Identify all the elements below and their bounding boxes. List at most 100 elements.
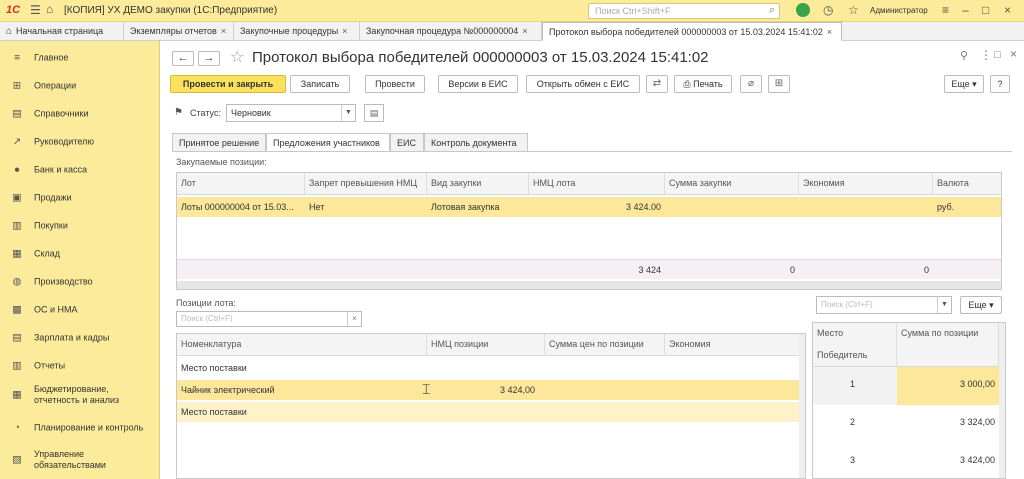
sidebar-item-manager[interactable]: ↗ Руководителю <box>0 129 160 155</box>
back-button[interactable]: ← <box>172 51 194 66</box>
horizontal-scrollbar[interactable] <box>177 281 1001 289</box>
attachment-icon[interactable]: ⌀ <box>740 75 762 93</box>
post-button[interactable]: Провести <box>365 75 425 93</box>
save-button[interactable]: Записать <box>290 75 350 93</box>
history-icon[interactable]: ◷ <box>823 3 833 17</box>
column-subheader[interactable]: Победитель <box>813 345 897 367</box>
sidebar-item-bank[interactable]: ● Банк и касса <box>0 157 160 183</box>
tab-home[interactable]: ⌂ Начальная страница <box>0 22 124 41</box>
forward-button[interactable]: → <box>198 51 220 66</box>
open-eis-exchange-button[interactable]: Открыть обмен с ЕИС <box>526 75 640 93</box>
clear-icon[interactable]: × <box>347 312 361 326</box>
table-row[interactable]: 1 3 000,00 <box>813 367 1005 405</box>
user-name[interactable]: Администратор <box>870 6 928 15</box>
tab-procurement-procedures[interactable]: Закупочные процедуры × <box>234 22 360 41</box>
vertical-scrollbar[interactable] <box>799 334 805 478</box>
print-button[interactable]: ⎙ Печать <box>674 75 732 93</box>
sidebar-item-main[interactable]: ≡ Главное <box>0 45 160 71</box>
link-icon[interactable]: ⚲ <box>960 49 968 62</box>
column-header[interactable]: НМЦ позиции <box>427 334 545 356</box>
document-icon[interactable]: ▤ <box>364 104 384 122</box>
close-tab-icon[interactable]: × <box>522 26 527 36</box>
column-header[interactable]: Запрет превышения НМЦ <box>305 173 427 195</box>
column-header[interactable]: Валюта <box>933 173 1001 195</box>
more-button[interactable]: Еще ▾ <box>944 75 984 93</box>
settings-icon[interactable]: ≡ <box>942 3 949 17</box>
tab-participant-offers[interactable]: Предложения участников <box>266 133 390 152</box>
positions-search-input[interactable]: Поиск (Ctrl+F) × <box>176 311 362 327</box>
table-row[interactable]: Чайник электрический 3 424,00 <box>177 380 805 400</box>
close-tab-icon[interactable]: × <box>221 26 226 36</box>
notification-icon[interactable] <box>796 3 810 17</box>
sidebar-item-reports[interactable]: ▥ Отчеты <box>0 353 160 379</box>
ranking-more-button[interactable]: Еще ▾ <box>960 296 1002 314</box>
favorite-star-icon[interactable]: ☆ <box>230 47 244 67</box>
close-tab-icon[interactable]: × <box>342 26 347 36</box>
tab-document-control[interactable]: Контроль документа <box>424 133 528 152</box>
sidebar-item-directories[interactable]: ▤ Справочники <box>0 101 160 127</box>
house-icon: ⌂ <box>6 26 13 37</box>
tab-report-instances[interactable]: Экземпляры отчетов × <box>124 22 234 41</box>
maximize-icon[interactable]: □ <box>982 3 989 17</box>
ranking-search-input[interactable]: Поиск (Ctrl+F) ▼ <box>816 296 952 314</box>
table-cell: руб. <box>937 202 955 212</box>
sidebar-item-payroll[interactable]: ▤ Зарплата и кадры <box>0 325 160 351</box>
column-header[interactable]: Номенклатура <box>177 334 427 356</box>
column-header[interactable]: Сумма цен по позиции <box>545 334 665 356</box>
column-header[interactable]: Лот <box>177 173 305 195</box>
tab-decision[interactable]: Принятое решение <box>172 133 266 152</box>
minimize-icon[interactable]: – <box>962 3 969 17</box>
purchased-positions-table[interactable]: Лот Запрет превышения НМЦ Вид закупки НМ… <box>176 172 1002 290</box>
column-header[interactable]: НМЦ лота <box>529 173 665 195</box>
sidebar-item-obligations[interactable]: ▧ Управление обязательствами <box>0 443 160 477</box>
lot-positions-table[interactable]: Номенклатура НМЦ позиции Сумма цен по по… <box>176 333 806 479</box>
assets-icon: ▩ <box>12 304 22 316</box>
close-icon[interactable]: × <box>1004 3 1011 17</box>
menu-icon[interactable]: ☰ <box>30 3 41 17</box>
sidebar-item-sales[interactable]: ▣ Продажи <box>0 185 160 211</box>
status-select[interactable]: Черновик ▼ <box>226 104 356 122</box>
column-header[interactable]: Экономия <box>799 173 933 195</box>
post-and-close-button[interactable]: Провести и закрыть <box>170 75 286 93</box>
ranking-table[interactable]: Место Сумма по позиции Победитель 1 3 00… <box>812 322 1006 479</box>
table-row[interactable]: Место поставки <box>177 402 805 422</box>
sidebar-item-planning[interactable]: ◔ Планирование и контроль <box>0 415 160 441</box>
table-row[interactable]: Лоты 000000004 от 15.03... Нет Лотовая з… <box>177 197 1001 217</box>
global-search-input[interactable]: Поиск Ctrl+Shift+F ⌕ <box>588 3 780 19</box>
column-header[interactable]: Сумма закупки <box>665 173 799 195</box>
column-header[interactable]: Вид закупки <box>427 173 529 195</box>
column-header[interactable]: Место <box>813 323 897 345</box>
sidebar-item-operations[interactable]: ⊞ Операции <box>0 73 160 99</box>
close-form-icon[interactable]: × <box>1010 47 1017 61</box>
tab-protocol[interactable]: Протокол выбора победителей 000000003 от… <box>542 22 842 41</box>
help-button[interactable]: ? <box>990 75 1010 93</box>
table-cell: 3 424,00 <box>959 455 995 465</box>
column-header[interactable]: Экономия <box>665 334 805 356</box>
sidebar-item-assets[interactable]: ▩ ОС и НМА <box>0 297 160 323</box>
tab-eis[interactable]: ЕИС <box>390 133 424 152</box>
operations-icon: ⊞ <box>12 80 22 92</box>
search-icon[interactable]: ⌕ <box>769 4 775 17</box>
report-icon: ▥ <box>12 360 22 372</box>
expand-icon[interactable]: □ <box>994 49 1001 61</box>
more-vertical-icon[interactable]: ⋮ <box>980 48 992 62</box>
structure-icon[interactable]: ⊞ <box>768 75 790 93</box>
home-icon[interactable]: ⌂ <box>46 2 53 16</box>
table-row[interactable]: Место поставки <box>177 358 805 378</box>
table-row[interactable]: 3 3 424,00 <box>813 443 1005 478</box>
sidebar-item-budgeting[interactable]: ▦ Бюджетирование, отчетность и анализ <box>0 377 160 413</box>
obligations-icon: ▧ <box>12 454 22 466</box>
eis-versions-button[interactable]: Версии в ЕИС <box>438 75 518 93</box>
related-docs-icon[interactable]: ⇄ <box>646 75 668 93</box>
chevron-down-icon[interactable]: ▼ <box>341 105 355 121</box>
table-row[interactable]: 2 3 324,00 <box>813 405 1005 443</box>
vertical-scrollbar[interactable] <box>999 323 1005 478</box>
sidebar-item-purchases[interactable]: ▥ Покупки <box>0 213 160 239</box>
tab-procurement-procedure[interactable]: Закупочная процедура №000000004 × <box>360 22 542 41</box>
sidebar-item-warehouse[interactable]: ▦ Склад <box>0 241 160 267</box>
favorites-icon[interactable]: ☆ <box>848 3 859 17</box>
column-header[interactable]: Сумма по позиции <box>897 323 999 367</box>
chevron-down-icon[interactable]: ▼ <box>937 297 951 313</box>
close-tab-icon[interactable]: × <box>827 27 832 37</box>
sidebar-item-production[interactable]: ◍ Производство <box>0 269 160 295</box>
